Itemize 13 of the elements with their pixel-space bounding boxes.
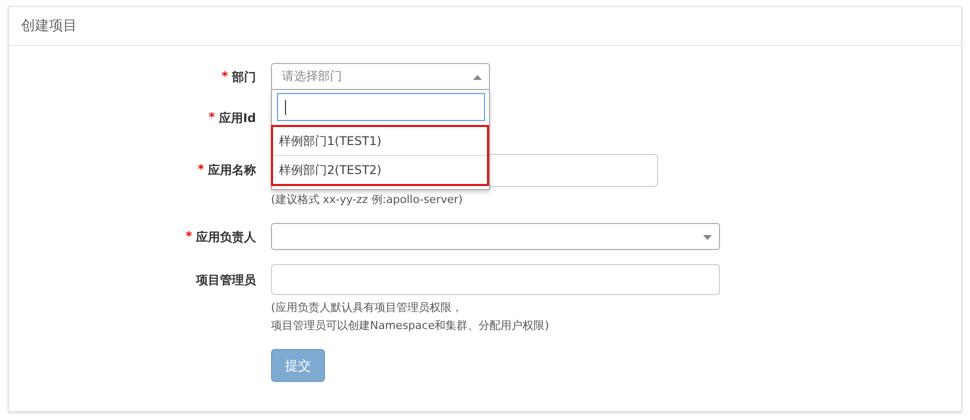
field-label: 应用Id [218, 110, 256, 127]
field-label: 部门 [232, 69, 256, 86]
hint-text: (建议格式 xx-yy-zz 例:apollo-server) [271, 193, 463, 206]
hint-text: 项目管理员可以创建Namespace和集群、分配用户权限) [271, 319, 550, 332]
field-label: 应用负责人 [196, 229, 256, 246]
hint-text: (应用负责人默认具有项目管理员权限， [271, 301, 462, 314]
required-asterisk: * [222, 69, 228, 83]
required-asterisk: * [198, 162, 204, 176]
field-label: 项目管理员 [196, 272, 256, 289]
required-asterisk: * [208, 110, 215, 124]
field-label: 应用名称 [208, 162, 256, 179]
required-asterisk: * [186, 229, 192, 243]
panel-title: 创建项目 [21, 17, 77, 35]
